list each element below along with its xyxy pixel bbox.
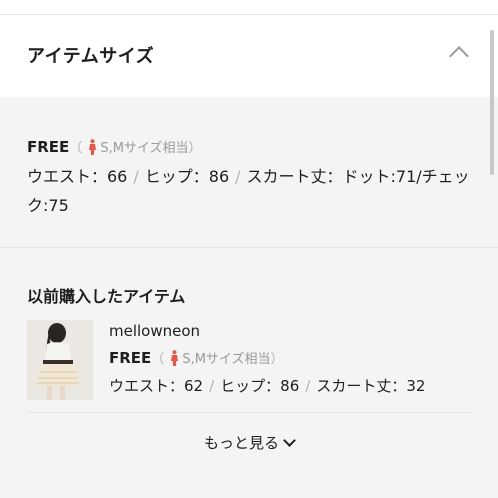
paren-open: （ (69, 141, 83, 156)
item-skirt: スカート丈：32 (316, 377, 426, 395)
size-equivalent: S,Mサイズ相当 (100, 141, 189, 156)
person-icon (171, 349, 179, 366)
paren-close: ） (270, 352, 284, 367)
item-waist: ウエスト：62 (109, 377, 204, 395)
separator: / (133, 167, 139, 186)
section-title: アイテムサイズ (27, 46, 155, 67)
size-free-label: FREE (27, 137, 70, 156)
separator: / (305, 377, 311, 395)
hip-measure: ヒップ：86 (144, 167, 230, 186)
paren-close: ） (188, 141, 202, 156)
show-more-label: もっと見る (203, 434, 279, 452)
item-size-details: FREE （ S,Mサイズ相当 ） ウエスト：66/ヒップ：86/スカート丈：ド… (0, 97, 498, 247)
paren-open: （ (151, 352, 165, 367)
item-size-label: FREE (109, 348, 152, 367)
chevron-down-icon (283, 434, 296, 447)
separator: / (235, 167, 241, 186)
measurements: ウエスト：66/ヒップ：86/スカート丈：ドット:71/チェック:75 (27, 162, 477, 220)
item-thumbnail[interactable] (27, 320, 93, 400)
item-hip: ヒップ：86 (220, 377, 300, 395)
item-size-equivalent: S,Mサイズ相当 (182, 352, 271, 367)
scrollbar[interactable] (490, 30, 494, 175)
waist-measure: ウエスト：66 (27, 167, 128, 186)
item-brand[interactable]: mellowneon (109, 322, 200, 340)
chevron-up-icon[interactable] (449, 46, 469, 66)
size-label-row: FREE （ S,Mサイズ相当 ） (27, 137, 202, 157)
item-measurements: ウエスト：62 / ヒップ：86 / スカート丈：32 (109, 375, 425, 396)
section-divider (0, 247, 498, 248)
previous-items-title: 以前購入したアイテム (27, 287, 186, 306)
item-photo (27, 320, 93, 400)
item-divider (27, 412, 471, 413)
item-size-row: FREE （ S,Mサイズ相当 ） (109, 348, 284, 368)
show-more-button[interactable]: もっと見る (0, 432, 498, 453)
separator: / (209, 377, 215, 395)
item-size-header[interactable]: アイテムサイズ (0, 15, 498, 97)
top-strip (0, 0, 498, 15)
person-icon (89, 138, 97, 155)
